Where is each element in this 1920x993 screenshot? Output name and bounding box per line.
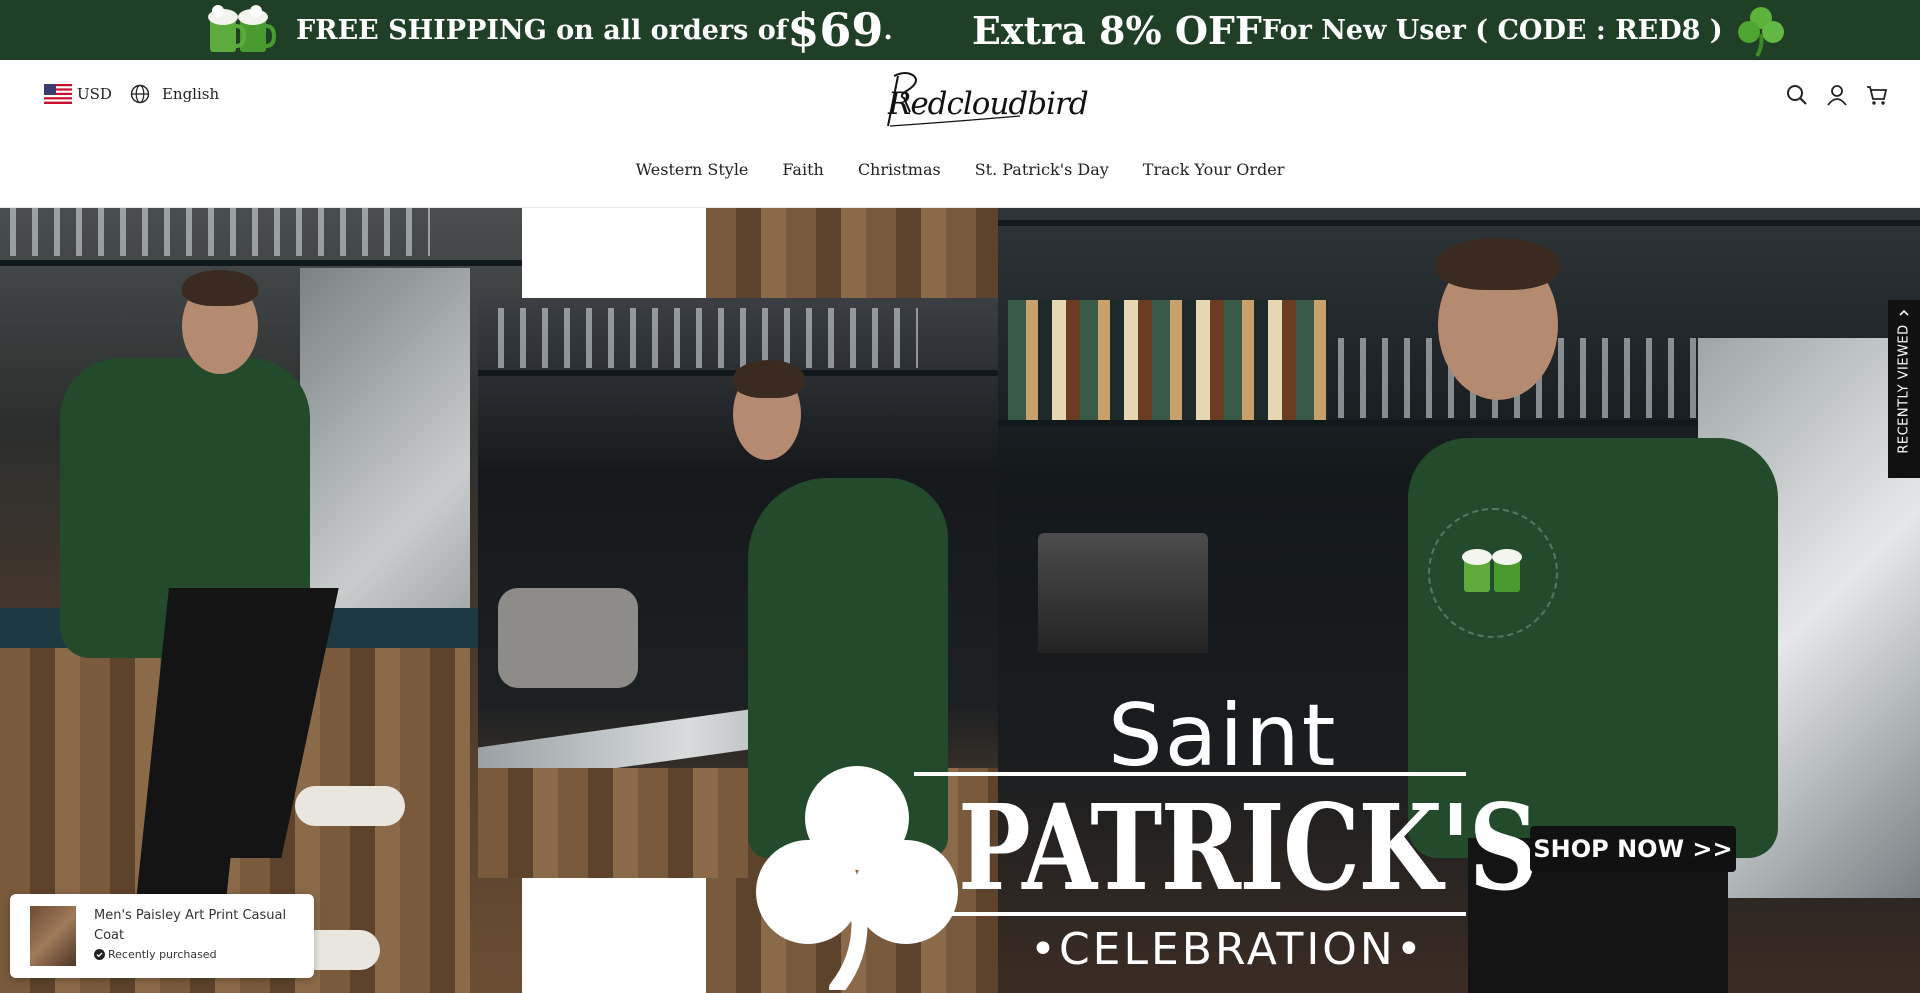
beer-mugs-icon — [1462, 549, 1522, 592]
shamrock-icon — [756, 766, 958, 990]
wood-paneling — [706, 208, 998, 298]
discount-headline: Extra 8% OFF — [972, 7, 1262, 53]
recently-viewed-tab[interactable]: RECENTLY VIEWED — [1888, 300, 1920, 478]
toast-product-name: Men's Paisley Art Print Casual Coat — [94, 908, 287, 943]
glass-rack — [10, 208, 430, 256]
headline-saint: Saint — [1108, 686, 1338, 786]
headline-patricks: PATRICK'S — [958, 778, 1539, 917]
hero-banner[interactable]: Saint PATRICK'S •CELEBRATION• SHOP NOW >… — [0, 208, 1920, 993]
headline-celebration: •CELEBRATION• — [1030, 924, 1425, 975]
white-sneaker — [295, 786, 405, 826]
hero-photo-left — [0, 208, 522, 993]
globe-icon — [130, 84, 150, 104]
shop-now-button[interactable]: SHOP NOW >> — [1530, 826, 1736, 872]
language-label: English — [161, 85, 220, 103]
language-selector[interactable]: English — [130, 84, 219, 104]
nav-item-western-style[interactable]: Western Style — [636, 150, 749, 190]
free-shipping-banner: FREE SHIPPING on all orders of $69 . — [204, 0, 893, 60]
shipping-amount: $69 — [787, 3, 884, 57]
nav-item-christmas[interactable]: Christmas — [858, 150, 941, 190]
sweater-print — [1428, 508, 1558, 638]
shipping-prefix: FREE SHIPPING on all orders of — [296, 14, 788, 46]
check-circle-icon — [94, 949, 105, 960]
announcement-bar: FREE SHIPPING on all orders of $69 . Ext… — [0, 0, 1920, 60]
headline-rule-top — [914, 772, 1466, 776]
chair — [498, 588, 638, 688]
recent-purchase-toast[interactable]: Men's Paisley Art Print Casual Coat Rece… — [10, 894, 314, 978]
discount-code-text: For New User ( CODE : RED8 ) — [1261, 14, 1723, 46]
site-header: USD English Redcloudbird Western Style F… — [0, 60, 1920, 208]
site-logo[interactable]: Redcloudbird — [880, 66, 1089, 134]
shipping-suffix: . — [883, 14, 893, 46]
headline-rule-bottom — [914, 912, 1466, 916]
logo-text: Redcloudbird — [888, 86, 1089, 122]
main-nav: Western Style Faith Christmas St. Patric… — [0, 150, 1920, 190]
model-hair — [182, 270, 258, 306]
model-hair — [733, 360, 805, 398]
liquor-bottles — [1008, 300, 1328, 420]
lamp-shade — [1038, 533, 1208, 653]
bar-shelf — [998, 220, 1920, 226]
currency-label: USD — [77, 85, 112, 103]
currency-selector[interactable]: USD — [44, 84, 112, 104]
chevron-up-icon — [1899, 309, 1909, 316]
cart-icon[interactable] — [1866, 84, 1888, 106]
new-user-discount-banner: Extra 8% OFF For New User ( CODE : RED8 … — [972, 0, 1789, 60]
nav-item-track-order[interactable]: Track Your Order — [1143, 150, 1285, 190]
shamrock-icon — [1737, 7, 1784, 58]
product-thumbnail — [30, 906, 76, 966]
model-hair — [1436, 238, 1560, 290]
toast-status-label: Recently purchased — [108, 948, 217, 961]
bar-shelf — [0, 260, 522, 266]
recently-viewed-label: RECENTLY VIEWED — [1896, 324, 1912, 454]
glass-rack — [498, 308, 918, 368]
search-icon[interactable] — [1786, 84, 1808, 106]
header-actions — [1786, 84, 1888, 106]
account-icon[interactable] — [1826, 84, 1848, 106]
locale-selector: USD English — [44, 84, 219, 104]
us-flag-icon — [44, 84, 72, 104]
nav-item-faith[interactable]: Faith — [782, 150, 823, 190]
toast-status: Recently purchased — [94, 948, 217, 961]
beer-mugs-icon — [208, 5, 277, 52]
nav-item-st-patricks-day[interactable]: St. Patrick's Day — [975, 150, 1109, 190]
